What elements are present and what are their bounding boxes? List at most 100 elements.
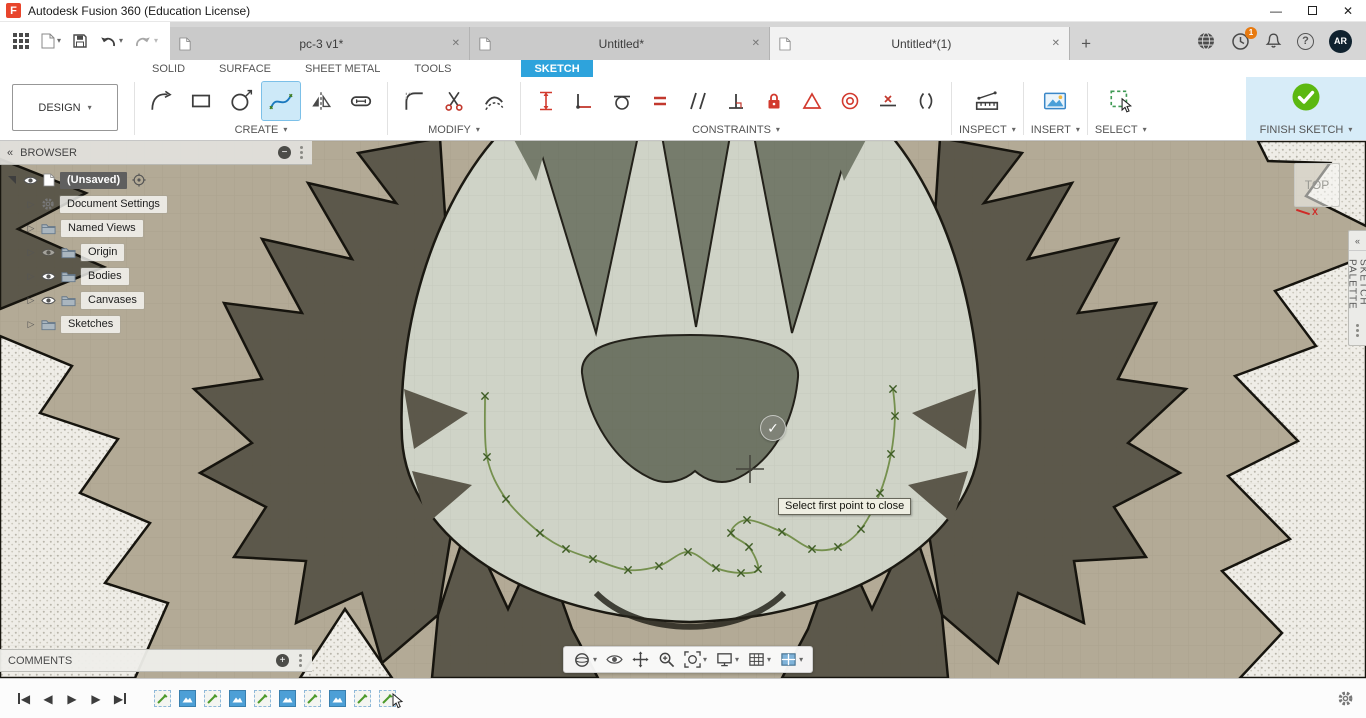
constraints-group-label[interactable]: CONSTRAINTS ▾ xyxy=(528,122,944,138)
tree-node-label[interactable]: Sketches xyxy=(61,315,121,333)
data-panel-button[interactable] xyxy=(12,32,30,50)
spline-tool-button[interactable] xyxy=(261,81,301,121)
ribbon-tab-solid[interactable]: SOLID xyxy=(148,60,189,77)
comments-bar[interactable]: COMMENTS + xyxy=(0,649,312,672)
notifications-button[interactable] xyxy=(1265,32,1282,50)
panel-grip-handle[interactable] xyxy=(297,654,304,667)
line-tool-button[interactable] xyxy=(142,82,180,120)
expand-palette-icon[interactable]: « xyxy=(1349,231,1366,251)
tangent-constraint-button[interactable] xyxy=(604,83,640,119)
sketch-feature-icon[interactable] xyxy=(154,690,171,707)
accept-spline-button[interactable]: ✓ xyxy=(760,415,786,441)
visibility-eye-icon[interactable] xyxy=(23,174,38,187)
tree-node-label[interactable]: Document Settings xyxy=(60,195,167,213)
ribbon-tab-sketch[interactable]: SKETCH xyxy=(521,60,593,77)
display-settings-button[interactable]: ▾ xyxy=(713,647,742,672)
save-button[interactable] xyxy=(72,33,88,49)
canvas-feature-icon[interactable] xyxy=(279,690,296,707)
concentric-constraint-button[interactable] xyxy=(832,83,868,119)
inspect-group-label[interactable]: INSPECT ▾ xyxy=(959,122,1016,138)
file-menu-button[interactable]: ▾ xyxy=(41,33,61,49)
canvas-feature-icon[interactable] xyxy=(179,690,196,707)
extensions-button[interactable] xyxy=(1196,31,1216,51)
fit-button[interactable]: ▾ xyxy=(681,647,710,672)
timeline-go-to-start-button[interactable]: ◀ xyxy=(12,687,36,711)
minimize-browser-icon[interactable]: − xyxy=(278,146,291,159)
ribbon-tab-tools[interactable]: TOOLS xyxy=(410,60,455,77)
design-canvas[interactable]: ✓ Select first point to close « BROWSER … xyxy=(0,141,1366,678)
sketch-feature-icon[interactable] xyxy=(354,690,371,707)
select-group-label[interactable]: SELECT ▾ xyxy=(1095,122,1147,138)
document-tab[interactable]: pc-3 v1* ✕ xyxy=(170,27,471,60)
expand-arrow-icon[interactable]: ▷ xyxy=(26,319,36,330)
insert-image-button[interactable] xyxy=(1036,82,1074,120)
tab-close-icon[interactable]: ✕ xyxy=(452,38,460,49)
tree-node-label[interactable]: Origin xyxy=(81,243,125,261)
mirror-tool-button[interactable] xyxy=(302,82,340,120)
timeline-settings-button[interactable] xyxy=(1337,690,1354,707)
tree-row-document-settings[interactable]: ▷ Document Settings xyxy=(0,192,312,216)
tab-close-icon[interactable]: ✕ xyxy=(752,38,760,49)
tree-row-origin[interactable]: ▷ Origin xyxy=(0,240,312,264)
grid-snap-button[interactable]: ▾ xyxy=(745,647,774,672)
finish-sketch-button[interactable]: FINISH SKETCH ▾ xyxy=(1246,77,1366,140)
tree-node-label[interactable]: Bodies xyxy=(81,267,129,285)
insert-group-label[interactable]: INSERT ▾ xyxy=(1031,122,1080,138)
tree-row-named-views[interactable]: ▷ Named Views xyxy=(0,216,312,240)
document-tab-active[interactable]: Untitled*(1) ✕ xyxy=(770,27,1071,60)
rectangle-tool-button[interactable] xyxy=(182,82,220,120)
canvas-feature-icon[interactable] xyxy=(229,690,246,707)
expand-arrow-icon[interactable] xyxy=(8,176,16,184)
new-tab-button[interactable]: + xyxy=(1070,27,1102,60)
fix-constraint-button[interactable] xyxy=(756,83,792,119)
minimize-button[interactable]: — xyxy=(1258,0,1294,21)
fillet-tool-button[interactable] xyxy=(395,82,433,120)
ribbon-tab-sheet-metal[interactable]: SHEET METAL xyxy=(301,60,384,77)
sketch-dimension-button[interactable] xyxy=(528,83,564,119)
timeline-step-forward-button[interactable]: ▶ xyxy=(84,687,108,711)
expand-arrow-icon[interactable]: ▷ xyxy=(26,295,36,306)
view-cube[interactable]: TOP xyxy=(1294,163,1340,207)
slot-tool-button[interactable] xyxy=(342,82,380,120)
timeline-go-to-end-button[interactable]: ▶ xyxy=(108,687,132,711)
offset-tool-button[interactable] xyxy=(475,82,513,120)
close-button[interactable]: ✕ xyxy=(1330,0,1366,21)
visibility-eye-icon[interactable] xyxy=(41,294,56,307)
tree-row-canvases[interactable]: ▷ Canvases xyxy=(0,288,312,312)
root-node-label[interactable]: (Unsaved) xyxy=(60,171,128,189)
sketch-feature-icon[interactable] xyxy=(204,690,221,707)
sketch-palette-tab[interactable]: « SKETCH PALETTE xyxy=(1347,230,1366,346)
workspace-selector[interactable]: DESIGN ▾ xyxy=(12,84,118,131)
redo-button[interactable]: ▾ xyxy=(134,34,158,49)
tab-close-icon[interactable]: ✕ xyxy=(1052,38,1060,49)
expand-arrow-icon[interactable]: ▷ xyxy=(26,271,36,282)
tree-node-label[interactable]: Named Views xyxy=(61,219,143,237)
perpendicular-constraint-button[interactable] xyxy=(718,83,754,119)
expand-arrow-icon[interactable]: ▷ xyxy=(26,223,36,234)
add-comment-icon[interactable]: + xyxy=(276,654,289,667)
zoom-button[interactable] xyxy=(655,647,678,672)
expand-arrow-icon[interactable]: ▷ xyxy=(26,199,36,210)
job-status-button[interactable]: 1 xyxy=(1231,26,1257,51)
visibility-eye-icon[interactable] xyxy=(41,246,56,259)
trim-tool-button[interactable] xyxy=(435,82,473,120)
tree-row-root[interactable]: (Unsaved) xyxy=(0,168,312,192)
activate-target-icon[interactable] xyxy=(132,173,146,187)
modify-group-label[interactable]: MODIFY ▾ xyxy=(395,122,513,138)
expand-arrow-icon[interactable]: ▷ xyxy=(26,247,36,258)
midpoint-constraint-button[interactable] xyxy=(870,83,906,119)
maximize-button[interactable] xyxy=(1294,0,1330,21)
timeline-step-back-button[interactable]: ◀ xyxy=(36,687,60,711)
ribbon-tab-surface[interactable]: SURFACE xyxy=(215,60,275,77)
curvature-constraint-button[interactable] xyxy=(908,83,944,119)
help-button[interactable]: ? xyxy=(1297,32,1314,50)
equal-constraint-button[interactable] xyxy=(642,83,678,119)
timeline-play-button[interactable]: ▶ xyxy=(60,687,84,711)
measure-tool-button[interactable] xyxy=(968,82,1006,120)
collapse-panel-icon[interactable]: « xyxy=(7,147,13,159)
panel-grip-handle[interactable] xyxy=(298,146,305,159)
polygon-constraint-button[interactable] xyxy=(794,83,830,119)
tree-row-sketches[interactable]: ▷ Sketches xyxy=(0,312,312,336)
canvas-feature-icon[interactable] xyxy=(329,690,346,707)
tree-row-bodies[interactable]: ▷ Bodies xyxy=(0,264,312,288)
